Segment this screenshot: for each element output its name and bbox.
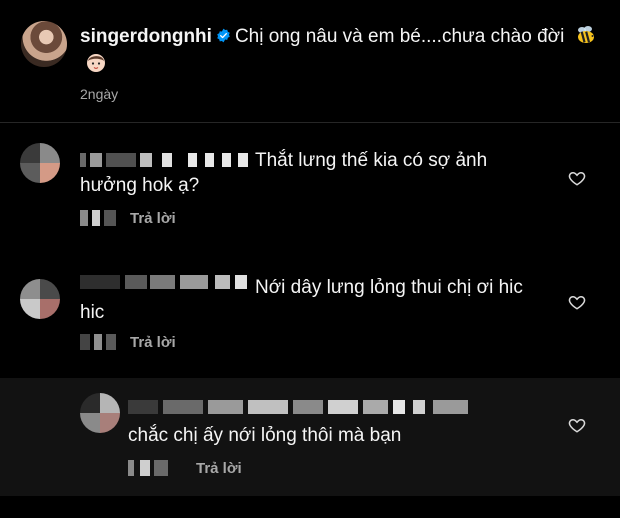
avatar[interactable] <box>21 21 67 67</box>
avatar[interactable] <box>80 393 120 433</box>
reply-comment: chắc chị ấy nới lỏng thôi mà bạn Trả lời <box>0 378 620 496</box>
bee-emoji-icon <box>577 26 594 43</box>
comment-meta: Trả lời <box>80 210 176 227</box>
username[interactable]: singerdongnhi <box>80 26 212 47</box>
comment-text: Thắt lưng thế kia có sợ ảnh hưởng hok ạ? <box>80 150 488 196</box>
avatar[interactable] <box>20 143 60 183</box>
caption-timestamp: 2ngày <box>80 86 119 102</box>
comment-meta: Trả lời <box>80 334 176 351</box>
pixelated-username <box>128 400 478 414</box>
reply-button[interactable]: Trả lời <box>196 460 242 477</box>
comment-text: Nới dây lưng lỏng thui chị ơi hic hic <box>80 277 523 323</box>
verified-badge-icon <box>217 28 230 43</box>
reply-button[interactable]: Trả lời <box>130 334 176 351</box>
pixelated-timestamp <box>80 334 118 350</box>
comment: Thắt lưng thế kia có sợ ảnh hưởng hok ạ?… <box>0 140 620 250</box>
like-heart-icon[interactable] <box>568 416 586 434</box>
comments-screen: singerdongnhi Chị ong nâu và em bé....chư… <box>0 0 620 518</box>
caption-body: Chị ong nâu và em bé....chưa chào đời <box>234 26 565 47</box>
baby-emoji-icon <box>87 54 105 72</box>
caption-text: singerdongnhi Chị ong nâu và em bé....chư… <box>80 23 600 77</box>
reply-button[interactable]: Trả lời <box>130 210 176 227</box>
divider <box>0 122 620 123</box>
like-heart-icon[interactable] <box>568 293 586 311</box>
pixelated-timestamp <box>80 210 118 226</box>
comment-meta: Trả lời <box>128 460 242 477</box>
comment: Nới dây lưng lỏng thui chị ơi hic hic Tr… <box>0 265 620 375</box>
comment-text: chắc chị ấy nới lỏng thôi mà bạn <box>128 425 402 446</box>
pixelated-timestamp <box>128 460 184 476</box>
post-caption: singerdongnhi Chị ong nâu và em bé....chư… <box>0 0 620 122</box>
avatar[interactable] <box>20 279 60 319</box>
like-heart-icon[interactable] <box>568 169 586 187</box>
